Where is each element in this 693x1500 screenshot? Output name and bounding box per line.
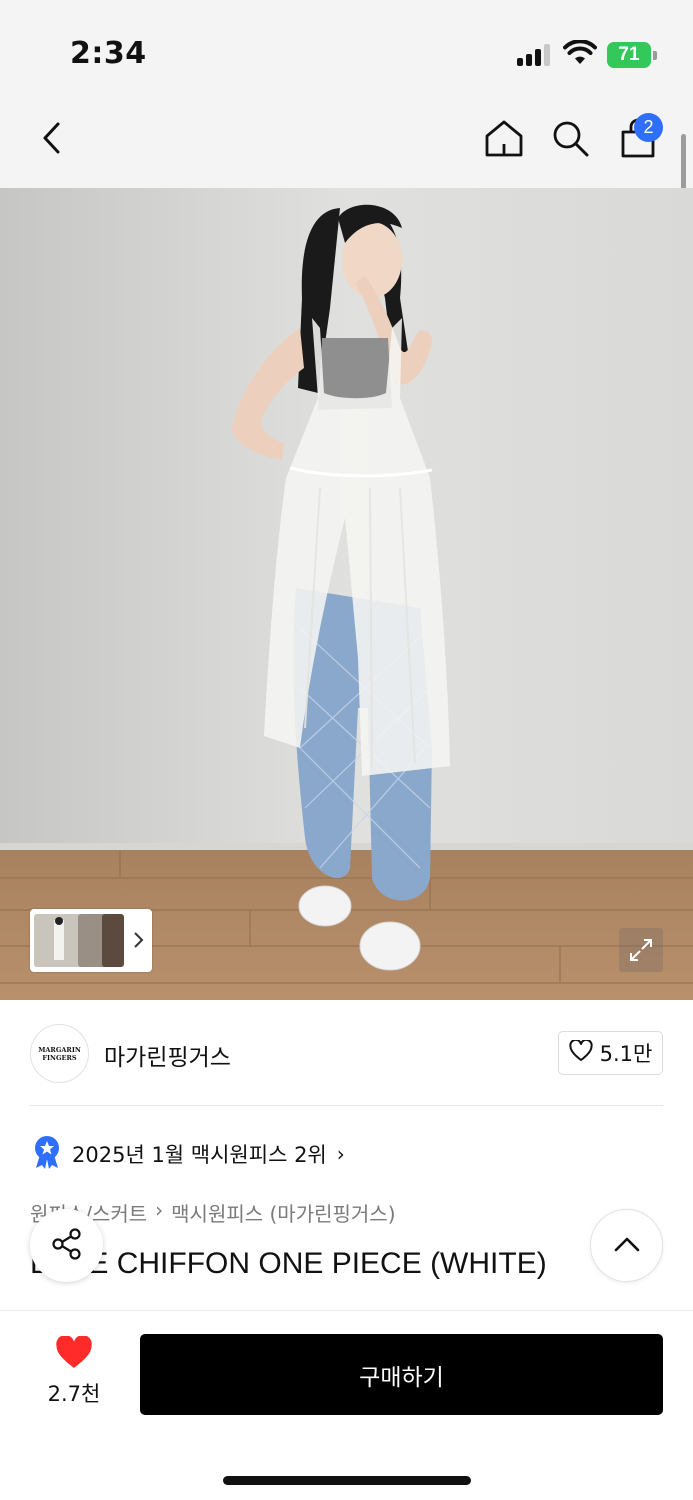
cellular-signal-icon xyxy=(517,44,553,66)
heart-filled-icon xyxy=(55,1335,93,1374)
brand-name[interactable]: 마가린핑거스 xyxy=(104,1038,231,1072)
thumbnail-strip[interactable] xyxy=(30,909,152,972)
chevron-right-icon[interactable] xyxy=(132,931,144,953)
buy-button[interactable]: 구매하기 xyxy=(140,1334,663,1415)
product-title: LACE CHIFFON ONE PIECE (WHITE) xyxy=(30,1247,547,1280)
brand-logo-line1: MARGARIN xyxy=(38,1045,81,1054)
brand-like-button[interactable]: 5.1만 xyxy=(558,1031,663,1075)
expand-icon[interactable] xyxy=(619,928,663,972)
chevron-right-icon: › xyxy=(336,1142,345,1166)
home-indicator[interactable] xyxy=(223,1476,471,1485)
heart-outline-icon xyxy=(569,1038,593,1066)
share-button[interactable] xyxy=(30,1209,103,1282)
nav-bar xyxy=(0,96,693,188)
divider xyxy=(30,1105,663,1106)
ranking-link[interactable]: 2025년 1월 맥시원피스 2위 › xyxy=(32,1136,345,1172)
chevron-up-icon xyxy=(613,1235,641,1257)
wishlist-button[interactable]: 2.7천 xyxy=(30,1335,118,1406)
brand-logo[interactable]: MARGARIN FINGERS xyxy=(30,1024,89,1083)
share-icon xyxy=(50,1227,84,1265)
search-icon[interactable] xyxy=(548,116,592,160)
ranking-text: 2025년 1월 맥시원피스 2위 xyxy=(72,1143,327,1167)
wishlist-count: 2.7천 xyxy=(47,1382,101,1406)
back-icon[interactable] xyxy=(30,116,74,160)
battery-level: 71 xyxy=(607,42,651,68)
thumbnail-3[interactable] xyxy=(102,914,124,967)
brand-logo-line2: FINGERS xyxy=(42,1053,77,1062)
wifi-icon xyxy=(563,39,597,66)
ranking-badge-icon xyxy=(32,1135,62,1173)
battery-icon: 71 xyxy=(607,42,657,68)
status-time: 2:34 xyxy=(70,36,147,71)
status-bar: 2:34 71 xyxy=(0,0,693,96)
breadcrumb-subcategory[interactable]: 맥시원피스 (마가린핑거스) xyxy=(171,1198,395,1227)
thumbnail-1[interactable] xyxy=(34,914,82,967)
product-image[interactable] xyxy=(0,188,693,1000)
breadcrumb-separator: › xyxy=(155,1198,164,1222)
scroll-top-button[interactable] xyxy=(590,1209,663,1282)
brand-like-count: 5.1만 xyxy=(599,1042,653,1066)
home-icon[interactable] xyxy=(482,116,526,160)
cart-badge: 2 xyxy=(634,113,663,142)
